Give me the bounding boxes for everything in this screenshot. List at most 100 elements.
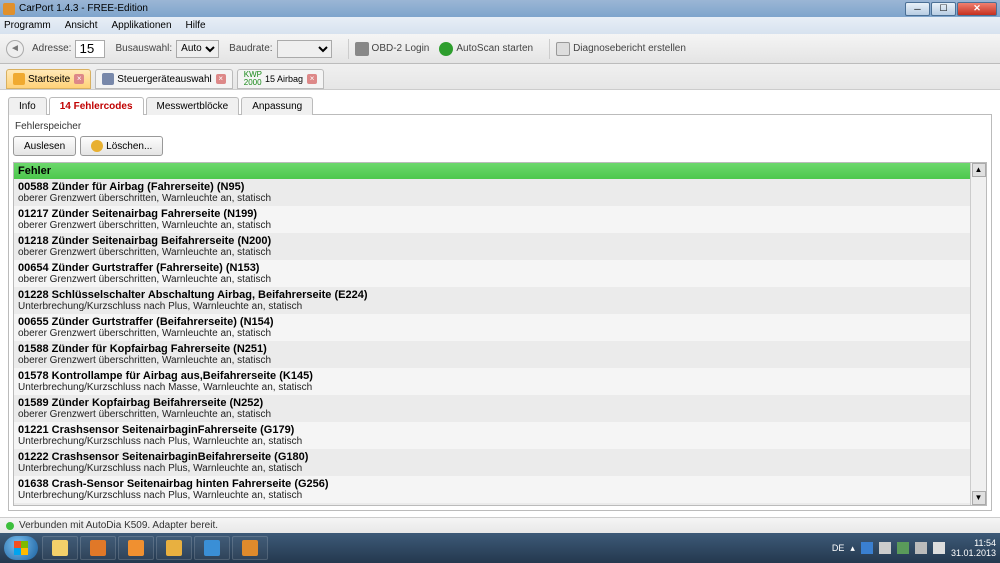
baudrate-label: Baudrate:: [229, 43, 272, 54]
connection-dot-icon: [6, 522, 14, 530]
bluetooth-icon[interactable]: [861, 542, 873, 554]
error-row[interactable]: 00654 Zünder Gurtstraffer (Fahrerseite) …: [14, 260, 970, 287]
menu-applikationen[interactable]: Applikationen: [111, 20, 171, 31]
error-code: 01578 Kontrollampe für Airbag aus,Beifah…: [18, 370, 966, 382]
tray-chevron-icon[interactable]: ▴: [850, 543, 855, 554]
toolbar: ◄ Adresse: Busauswahl: Auto Baudrate: OB…: [0, 34, 1000, 64]
tab-steuergeraete[interactable]: Steuergeräteauswahl ×: [95, 69, 233, 89]
obd2-login-button[interactable]: OBD-2 Login: [355, 42, 430, 56]
error-row[interactable]: 01221 Crashsensor SeitenairbaginFahrerse…: [14, 422, 970, 449]
error-desc: Unterbrechung/Kurzschluss nach Plus, War…: [18, 301, 966, 312]
back-button[interactable]: ◄: [6, 40, 24, 58]
clock[interactable]: 11:54 31.01.2013: [951, 538, 996, 558]
taskbar-media-icon[interactable]: [118, 536, 154, 560]
scroll-down-button[interactable]: ▼: [972, 491, 986, 505]
adresse-input[interactable]: [75, 40, 105, 58]
tab-kwp-airbag[interactable]: KWP 2000 15 Airbag ×: [237, 69, 324, 89]
menu-bar: Programm Ansicht Applikationen Hilfe: [0, 17, 1000, 34]
window-title: CarPort 1.4.3 - FREE-Edition: [19, 3, 904, 14]
error-desc: oberer Grenzwert überschritten, Warnleuc…: [18, 409, 966, 420]
separator: [549, 39, 550, 59]
error-row[interactable]: 01228 Schlüsselschalter Abschaltung Airb…: [14, 287, 970, 314]
menu-ansicht[interactable]: Ansicht: [65, 20, 98, 31]
media-icon: [128, 540, 144, 556]
autoscan-button[interactable]: AutoScan starten: [439, 42, 533, 56]
taskbar-explorer-icon[interactable]: [42, 536, 78, 560]
taskbar: DE ▴ 11:54 31.01.2013: [0, 533, 1000, 563]
minimize-button[interactable]: ─: [905, 2, 930, 16]
busauswahl-label: Busauswahl:: [115, 43, 172, 54]
ie-icon: [204, 540, 220, 556]
start-button[interactable]: [4, 536, 38, 560]
tab-startseite[interactable]: Startseite ×: [6, 69, 91, 89]
subtab-info[interactable]: Info: [8, 97, 47, 115]
battery-icon[interactable]: [897, 542, 909, 554]
auslesen-button[interactable]: Auslesen: [13, 136, 76, 156]
autoscan-icon: [439, 42, 453, 56]
error-code: 01218 Zünder Seitenairbag Beifahrerseite…: [18, 235, 966, 247]
windows-logo-icon: [14, 541, 28, 555]
volume-icon[interactable]: [933, 542, 945, 554]
home-tabs: Startseite × Steuergeräteauswahl × KWP 2…: [0, 64, 1000, 90]
scrollbar[interactable]: ▲ ▼: [970, 163, 986, 505]
error-desc: oberer Grenzwert überschritten, Warnleuc…: [18, 247, 966, 258]
language-indicator[interactable]: DE: [832, 543, 845, 553]
error-code: 01228 Schlüsselschalter Abschaltung Airb…: [18, 289, 966, 301]
menu-hilfe[interactable]: Hilfe: [186, 20, 206, 31]
busauswahl-select[interactable]: Auto: [176, 40, 219, 58]
close-tab-icon[interactable]: ×: [307, 74, 317, 84]
error-desc: Unterbrechung/Kurzschluss nach Masse, Wa…: [18, 382, 966, 393]
error-code: 01222 Crashsensor SeitenairbaginBeifahre…: [18, 451, 966, 463]
taskbar-apps-icon[interactable]: [80, 536, 116, 560]
error-code: 01221 Crashsensor SeitenairbaginFahrerse…: [18, 424, 966, 436]
error-desc: oberer Grenzwert überschritten, Warnleuc…: [18, 274, 966, 285]
adresse-label: Adresse:: [32, 43, 71, 54]
error-code: 01588 Zünder für Kopfairbag Fahrerseite …: [18, 343, 966, 355]
subtab-anpassung[interactable]: Anpassung: [241, 97, 313, 115]
kwp-badge: KWP 2000: [244, 71, 262, 87]
ecu-icon: [102, 73, 114, 85]
subtab-messwert[interactable]: Messwertblöcke: [146, 97, 240, 115]
list-header: Fehler: [14, 163, 970, 179]
error-list-container: Fehler 00588 Zünder für Airbag (Fahrerse…: [13, 162, 987, 506]
subtab-fehlercodes[interactable]: 14 Fehlercodes: [49, 97, 144, 115]
baudrate-select[interactable]: [277, 40, 332, 58]
close-tab-icon[interactable]: ×: [74, 74, 84, 84]
error-row[interactable]: 01589 Zünder Kopfairbag Beifahrerseite (…: [14, 395, 970, 422]
error-code: 01217 Zünder Seitenairbag Fahrerseite (N…: [18, 208, 966, 220]
diag-report-button[interactable]: Diagnosebericht erstellen: [556, 42, 686, 56]
image-icon: [166, 540, 182, 556]
maximize-button[interactable]: ☐: [931, 2, 956, 16]
flag-icon[interactable]: [879, 542, 891, 554]
taskbar-image-icon[interactable]: [156, 536, 192, 560]
error-row[interactable]: 01588 Zünder für Kopfairbag Fahrerseite …: [14, 341, 970, 368]
warning-icon: [91, 140, 103, 152]
error-desc: Unterbrechung/Kurzschluss nach Plus, War…: [18, 490, 966, 501]
error-desc: oberer Grenzwert überschritten, Warnleuc…: [18, 328, 966, 339]
error-desc: Unterbrechung/Kurzschluss nach Plus, War…: [18, 463, 966, 474]
title-bar: CarPort 1.4.3 - FREE-Edition ─ ☐ ✕: [0, 0, 1000, 17]
loeschen-button[interactable]: Löschen...: [80, 136, 163, 156]
close-button[interactable]: ✕: [957, 2, 997, 16]
scroll-up-button[interactable]: ▲: [972, 163, 986, 177]
error-row[interactable]: 01578 Kontrollampe für Airbag aus,Beifah…: [14, 368, 970, 395]
error-row[interactable]: 00655 Zünder Gurtstraffer (Beifahrerseit…: [14, 314, 970, 341]
error-row[interactable]: 01222 Crashsensor SeitenairbaginBeifahre…: [14, 449, 970, 476]
apps-icon: [90, 540, 106, 556]
error-list: Fehler 00588 Zünder für Airbag (Fahrerse…: [14, 163, 970, 505]
app-icon: [3, 3, 15, 15]
taskbar-ie-icon[interactable]: [194, 536, 230, 560]
error-row[interactable]: 01638 Crash-Sensor Seitenairbag hinten F…: [14, 476, 970, 503]
error-row[interactable]: 01639 Crash-Sensor Seitenairbag hinten B…: [14, 503, 970, 505]
network-icon[interactable]: [915, 542, 927, 554]
error-code: 01638 Crash-Sensor Seitenairbag hinten F…: [18, 478, 966, 490]
error-row[interactable]: 01218 Zünder Seitenairbag Beifahrerseite…: [14, 233, 970, 260]
error-row[interactable]: 01217 Zünder Seitenairbag Fahrerseite (N…: [14, 206, 970, 233]
system-tray[interactable]: DE ▴ 11:54 31.01.2013: [832, 538, 996, 558]
taskbar-carport-icon[interactable]: [232, 536, 268, 560]
error-row[interactable]: 00588 Zünder für Airbag (Fahrerseite) (N…: [14, 179, 970, 206]
carport-icon: [242, 540, 258, 556]
menu-programm[interactable]: Programm: [4, 20, 51, 31]
error-code: 00655 Zünder Gurtstraffer (Beifahrerseit…: [18, 316, 966, 328]
close-tab-icon[interactable]: ×: [216, 74, 226, 84]
